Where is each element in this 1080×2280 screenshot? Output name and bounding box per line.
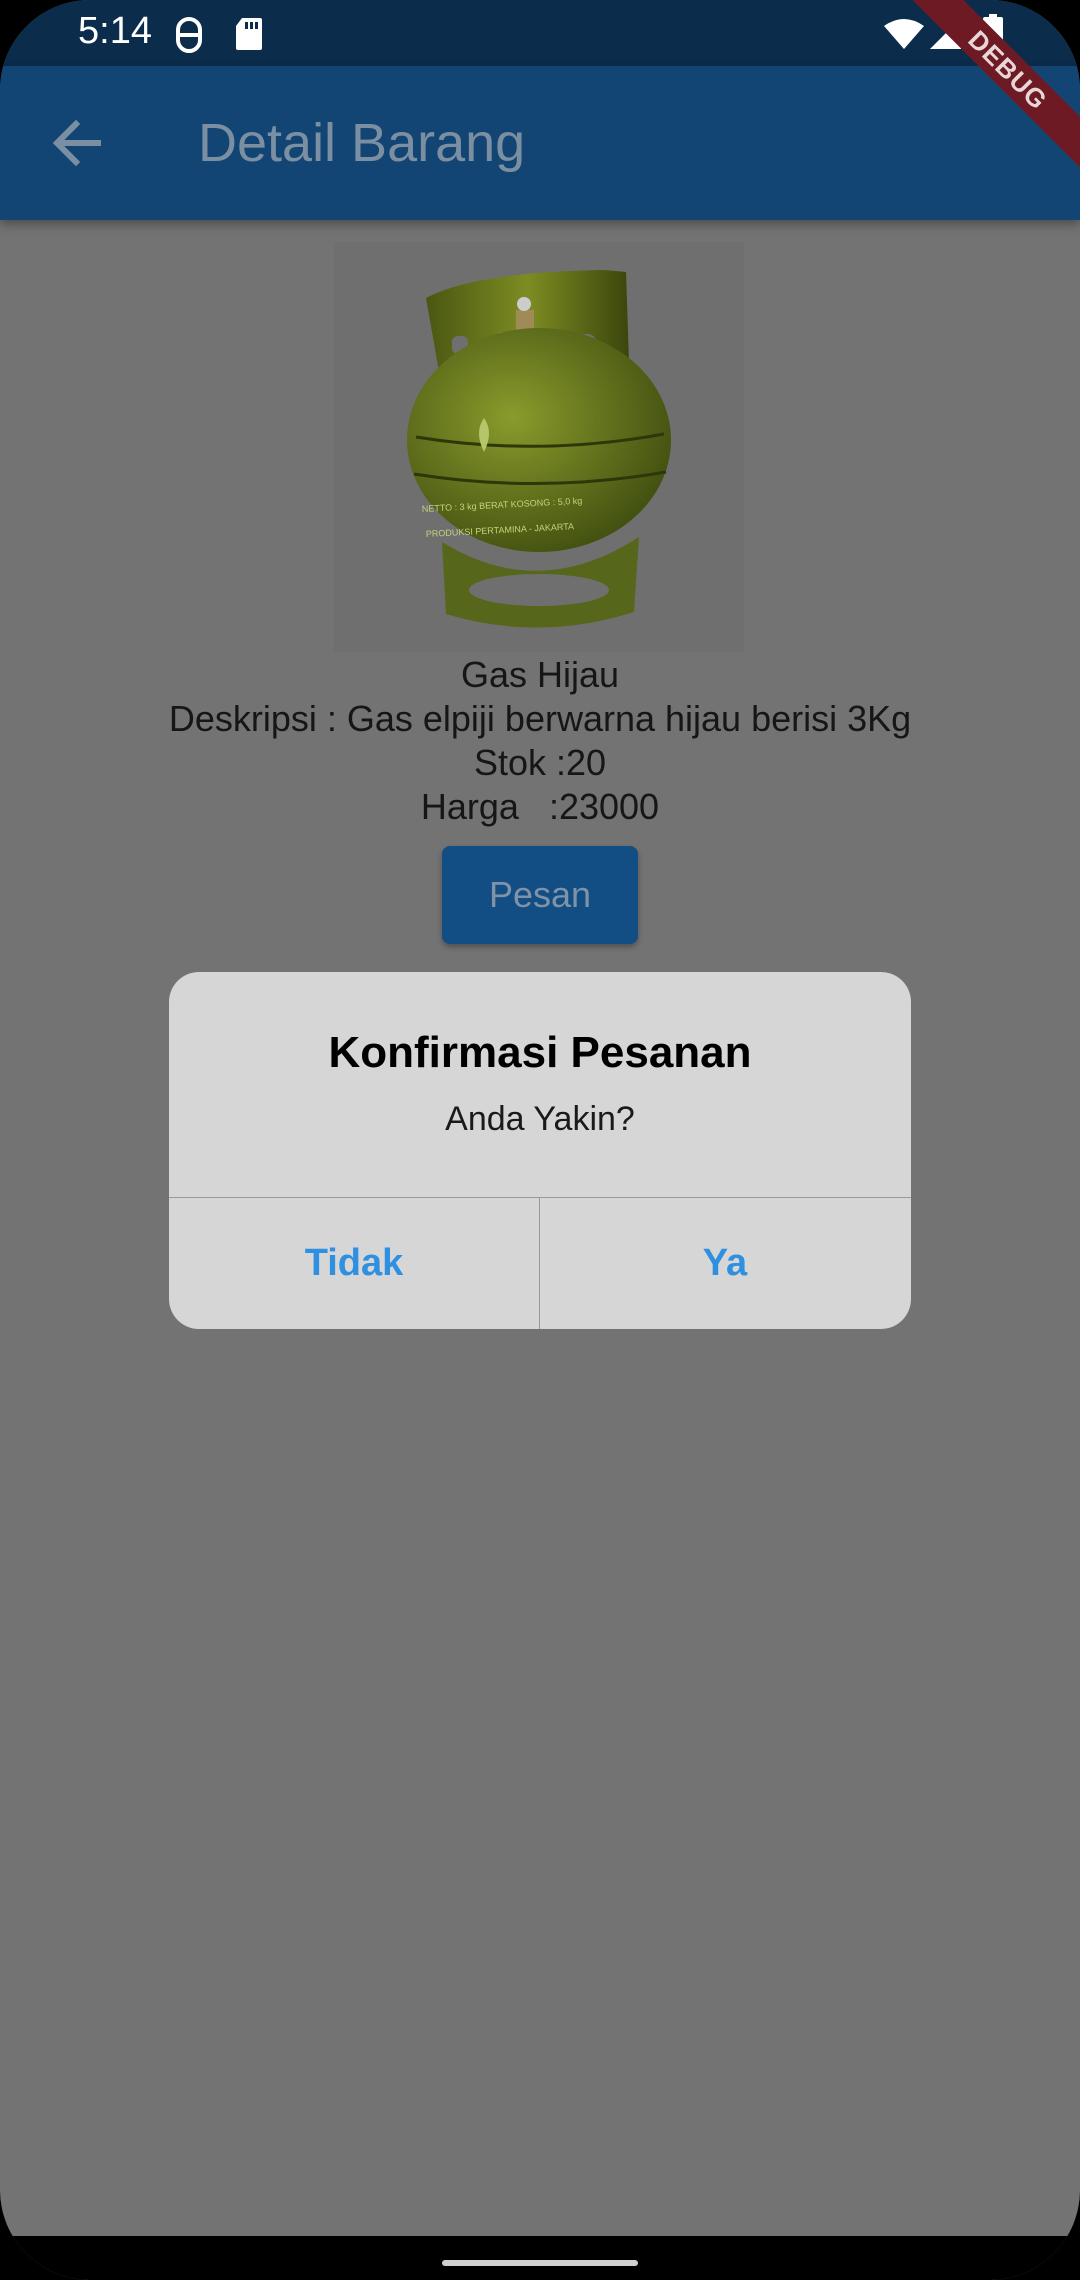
confirm-button[interactable]: Ya (540, 1198, 910, 1329)
page-title: Detail Barang (198, 113, 526, 173)
confirm-dialog: Konfirmasi Pesanan Anda Yakin? Tidak Ya (169, 972, 911, 1329)
vpn-key-icon (172, 16, 206, 59)
order-button[interactable]: Pesan (442, 846, 638, 944)
debug-banner: DEBUG (880, 0, 1080, 200)
sd-card-icon (234, 16, 264, 57)
product-stock: Stok :20 (473, 742, 607, 783)
gas-cylinder-image: NETTO : 3 kg BERAT KOSONG : 5,0 kg PRODU… (334, 242, 744, 652)
debug-banner-label: DEBUG (903, 0, 1080, 175)
phone-screen: 5:14 Detail Barang DEBUG NETTO: 3 kg BE… (0, 0, 1080, 2280)
dialog-message: Anda Yakin? (445, 1100, 635, 1138)
status-time: 5:14 (78, 10, 152, 52)
product-price: Harga :23000 (420, 786, 660, 827)
navigation-bar (0, 2236, 1080, 2280)
product-description: Deskripsi : Gas elpiji berwarna hijau be… (168, 698, 912, 739)
home-gesture-handle[interactable] (442, 2260, 638, 2266)
back-button[interactable] (44, 110, 110, 176)
product-name: Gas Hijau (460, 654, 620, 695)
arrow-back-icon (52, 119, 101, 167)
dialog-title: Konfirmasi Pesanan (328, 1028, 752, 1077)
cancel-button[interactable]: Tidak (169, 1198, 539, 1329)
